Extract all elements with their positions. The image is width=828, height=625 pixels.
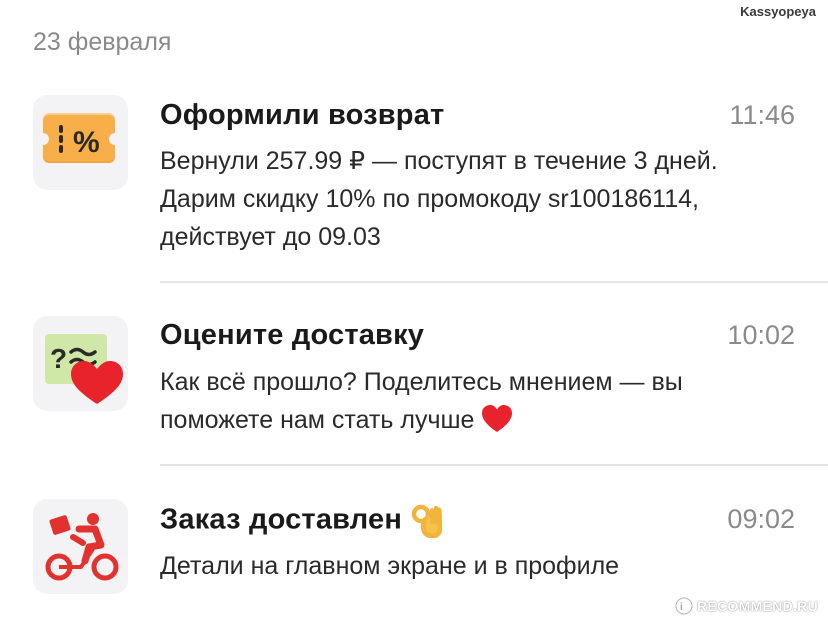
svg-text:?: ? [50, 343, 67, 374]
notification-time: 09:02 [727, 504, 795, 534]
notification-title: Оцените доставку [160, 319, 425, 351]
notification-time: 10:02 [727, 320, 795, 350]
notification-body: Детали на главном экране и в профиле [160, 552, 620, 580]
notification-title-text: Заказ доставлен [160, 503, 403, 536]
notification-body-text: Как всё прошло? Поделитесь мнением — вы … [160, 368, 683, 434]
recommend-watermark: i RECOMMEND.RU [675, 597, 818, 615]
username-watermark: Kassyopeya [740, 4, 816, 19]
red-heart-emoji [481, 402, 513, 440]
notification-body: Вернули 257.99 ₽ — поступят в течение 3 … [160, 147, 718, 251]
svg-text:%: % [73, 126, 100, 159]
notification-body: Как всё прошло? Поделитесь мнением — вы … [160, 363, 800, 440]
svg-text:i: i [680, 602, 683, 613]
ok-hand-emoji [410, 502, 444, 540]
divider [160, 281, 828, 283]
courier-bike-icon [33, 499, 128, 594]
divider [160, 464, 828, 466]
recommend-watermark-text: RECOMMEND.RU [696, 598, 818, 614]
discount-coupon-icon: % [33, 95, 128, 190]
notification-title: Заказ доставлен [160, 502, 444, 540]
rate-delivery-icon: ? [33, 316, 128, 411]
recommend-logo-icon: i [675, 597, 693, 615]
notification-time: 11:46 [729, 100, 795, 130]
notification-title: Оформили возврат [160, 99, 445, 131]
date-header: 23 февраля [33, 28, 172, 56]
